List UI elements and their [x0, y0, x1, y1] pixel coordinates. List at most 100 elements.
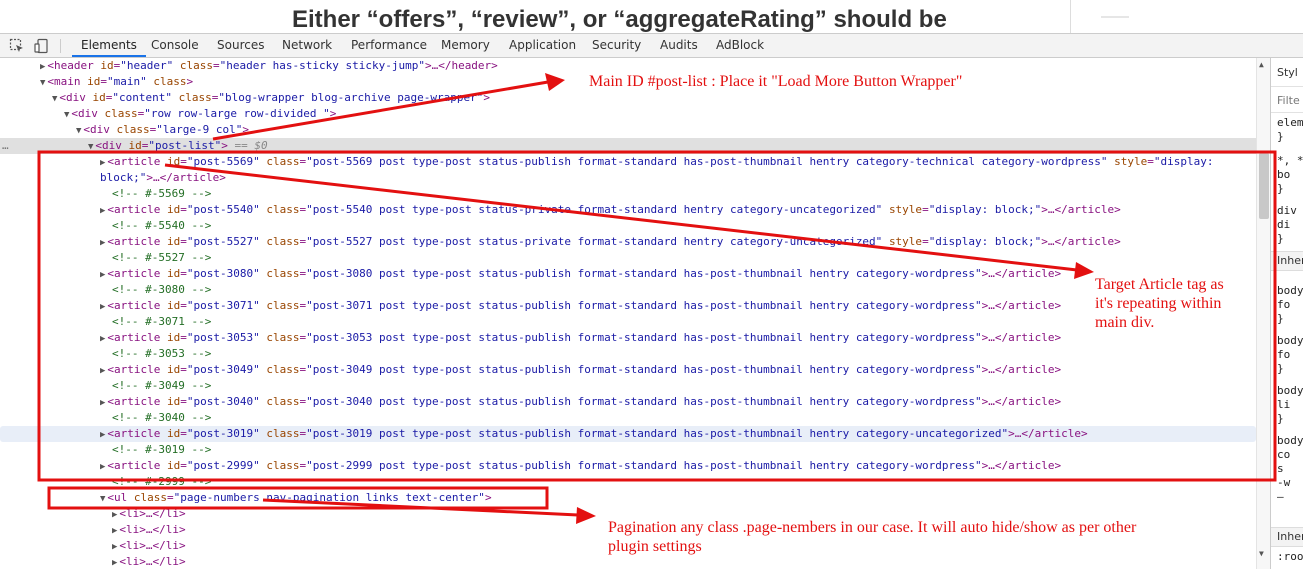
styles-tab[interactable]: Styl	[1277, 66, 1298, 79]
dom-comment[interactable]: <!-- #-5527 -->	[0, 250, 1256, 266]
attr-name: class	[266, 299, 300, 312]
device-toolbar-icon[interactable]	[34, 38, 50, 54]
article-note-line: it's repeating within	[1095, 295, 1222, 312]
styles-rule-line: }	[1277, 182, 1284, 195]
styles-divider	[1271, 112, 1303, 113]
expand-arrow-icon[interactable]: ▶	[100, 366, 105, 376]
styles-filter-input[interactable]: Filte	[1277, 94, 1300, 107]
tag-name: <header	[47, 59, 94, 72]
dom-comment[interactable]: <!-- #-5569 -->	[0, 186, 1256, 202]
dom-node-content[interactable]: ▼ <div id="content" class="blog-wrapper b…	[0, 90, 1256, 106]
dom-comment[interactable]: <!-- #-3040 -->	[0, 410, 1256, 426]
dom-node-article[interactable]: ▶ <article id="post-2999" class="post-299…	[0, 458, 1256, 474]
dom-comment[interactable]: <!-- #-3080 -->	[0, 282, 1256, 298]
styles-rule-line: body	[1277, 434, 1303, 447]
elements-scrollbar[interactable]: ▲ ▼	[1256, 58, 1270, 569]
attr-name: class	[116, 123, 150, 136]
article-note-line: Target Article tag as	[1095, 276, 1224, 293]
tag-close: >…</article>	[981, 299, 1062, 312]
dom-node-article-cont[interactable]: block;">…</article>	[0, 170, 1256, 186]
attr-value: "post-3053 post type-post status-publish…	[306, 331, 982, 344]
attr-name: class	[266, 395, 300, 408]
tab-adblock[interactable]: AdBlock	[716, 34, 764, 57]
expand-arrow-icon[interactable]: ▶	[100, 238, 105, 248]
dom-node-article[interactable]: ▶ <article id="post-3019" class="post-301…	[0, 426, 1256, 442]
tab-console[interactable]: Console	[151, 34, 199, 57]
dom-node-article[interactable]: ▶ <article id="post-3080" class="post-308…	[0, 266, 1256, 282]
tab-security[interactable]: Security	[592, 34, 641, 57]
collapse-arrow-icon[interactable]: ▼	[100, 494, 105, 504]
collapse-arrow-icon[interactable]: ▼	[52, 94, 57, 104]
expand-arrow-icon[interactable]: ▶	[100, 206, 105, 216]
collapse-arrow-icon[interactable]: ▼	[76, 126, 81, 136]
tag-close: >…</article>	[1041, 235, 1121, 248]
expand-arrow-icon[interactable]: ▶	[100, 462, 105, 472]
tag-name: <div	[71, 107, 98, 120]
styles-panel: Styl Filte eleme}*, *bo}divdi}Inherbodyf…	[1270, 58, 1303, 569]
more-options-icon[interactable]: …	[2, 138, 9, 154]
expand-arrow-icon[interactable]: ▶	[40, 62, 45, 72]
collapse-arrow-icon[interactable]: ▼	[64, 110, 69, 120]
dom-comment[interactable]: <!-- #-3019 -->	[0, 442, 1256, 458]
dom-node-post-list[interactable]: … ▼ <div id="post-list"> == $0	[0, 138, 1256, 154]
attr-name: style	[1114, 155, 1148, 168]
scrollbar-thumb[interactable]	[1259, 153, 1269, 219]
dom-comment[interactable]: <!-- #-3049 -->	[0, 378, 1256, 394]
dom-node-ul[interactable]: ▼ <ul class="page-numbers nav-pagination …	[0, 490, 1256, 506]
expand-arrow-icon[interactable]: ▶	[100, 334, 105, 344]
dom-comment[interactable]: <!-- #-2999 -->	[0, 474, 1256, 490]
toolbar-separator	[60, 39, 61, 53]
comment-text: <!-- #-3049 -->	[112, 379, 212, 392]
tab-sources[interactable]: Sources	[217, 34, 264, 57]
scroll-down-icon[interactable]: ▼	[1259, 549, 1264, 558]
styles-rule-line: bo	[1277, 168, 1291, 181]
expand-arrow-icon[interactable]: ▶	[112, 558, 117, 568]
dom-comment[interactable]: <!-- #-5540 -->	[0, 218, 1256, 234]
dom-node-article[interactable]: ▶ <article id="post-5569" class="post-556…	[0, 154, 1256, 170]
attr-name: class	[179, 59, 214, 72]
attr-name: id	[167, 299, 181, 312]
expand-arrow-icon[interactable]: ▶	[112, 526, 117, 536]
attr-value: "display:	[1153, 155, 1214, 168]
expand-arrow-icon[interactable]: ▶	[100, 158, 105, 168]
dom-node-article[interactable]: ▶ <article id="post-3071" class="post-307…	[0, 298, 1256, 314]
inspect-element-icon[interactable]	[9, 38, 25, 54]
attr-name: class	[266, 427, 300, 440]
attr-name: class	[104, 107, 138, 120]
expand-arrow-icon[interactable]: ▶	[112, 542, 117, 552]
dom-comment[interactable]: <!-- #-3071 -->	[0, 314, 1256, 330]
tab-performance[interactable]: Performance	[351, 34, 427, 57]
tag-close: >…</article>	[981, 331, 1062, 344]
styles-rule-line: body	[1277, 334, 1303, 347]
tab-elements[interactable]: Elements	[72, 34, 146, 57]
dom-node-article[interactable]: ▶ <article id="post-5527" class="post-552…	[0, 234, 1256, 250]
scroll-up-icon[interactable]: ▲	[1259, 60, 1264, 69]
dom-node-article[interactable]: ▶ <article id="post-3040" class="post-304…	[0, 394, 1256, 410]
styles-rule-line: }	[1277, 312, 1284, 325]
expand-arrow-icon[interactable]: ▶	[100, 302, 105, 312]
tab-memory[interactable]: Memory	[441, 34, 490, 57]
tag-close: >…</article>	[1041, 203, 1121, 216]
dom-node-li[interactable]: ▶ <li>…</li>	[0, 554, 1256, 569]
expand-arrow-icon[interactable]: ▶	[100, 270, 105, 280]
attr-value: "post-3080"	[186, 267, 260, 280]
dom-node-article[interactable]: ▶ <article id="post-5540" class="post-554…	[0, 202, 1256, 218]
styles-rule-line: }	[1277, 232, 1284, 245]
tag-name: <li>…</li>	[119, 507, 186, 520]
styles-rule-line: }	[1277, 130, 1284, 143]
tab-audits[interactable]: Audits	[660, 34, 698, 57]
tab-application[interactable]: Application	[509, 34, 576, 57]
expand-arrow-icon[interactable]: ▶	[100, 398, 105, 408]
expand-arrow-icon[interactable]: ▶	[112, 510, 117, 520]
pagination-note: Pagination any class .page-nembers in ou…	[608, 518, 1136, 556]
expand-arrow-icon[interactable]: ▶	[100, 430, 105, 440]
collapse-arrow-icon[interactable]: ▼	[88, 142, 93, 152]
collapse-arrow-icon[interactable]: ▼	[40, 78, 45, 88]
dom-comment[interactable]: <!-- #-3053 -->	[0, 346, 1256, 362]
dom-node-article[interactable]: ▶ <article id="post-3053" class="post-305…	[0, 330, 1256, 346]
tab-network[interactable]: Network	[282, 34, 332, 57]
tag-close: >…</article>	[981, 459, 1062, 472]
dom-node-col[interactable]: ▼ <div class="large-9 col">	[0, 122, 1256, 138]
dom-node-article[interactable]: ▶ <article id="post-3049" class="post-304…	[0, 362, 1256, 378]
dom-node-row[interactable]: ▼ <div class="row row-large row-divided "…	[0, 106, 1256, 122]
